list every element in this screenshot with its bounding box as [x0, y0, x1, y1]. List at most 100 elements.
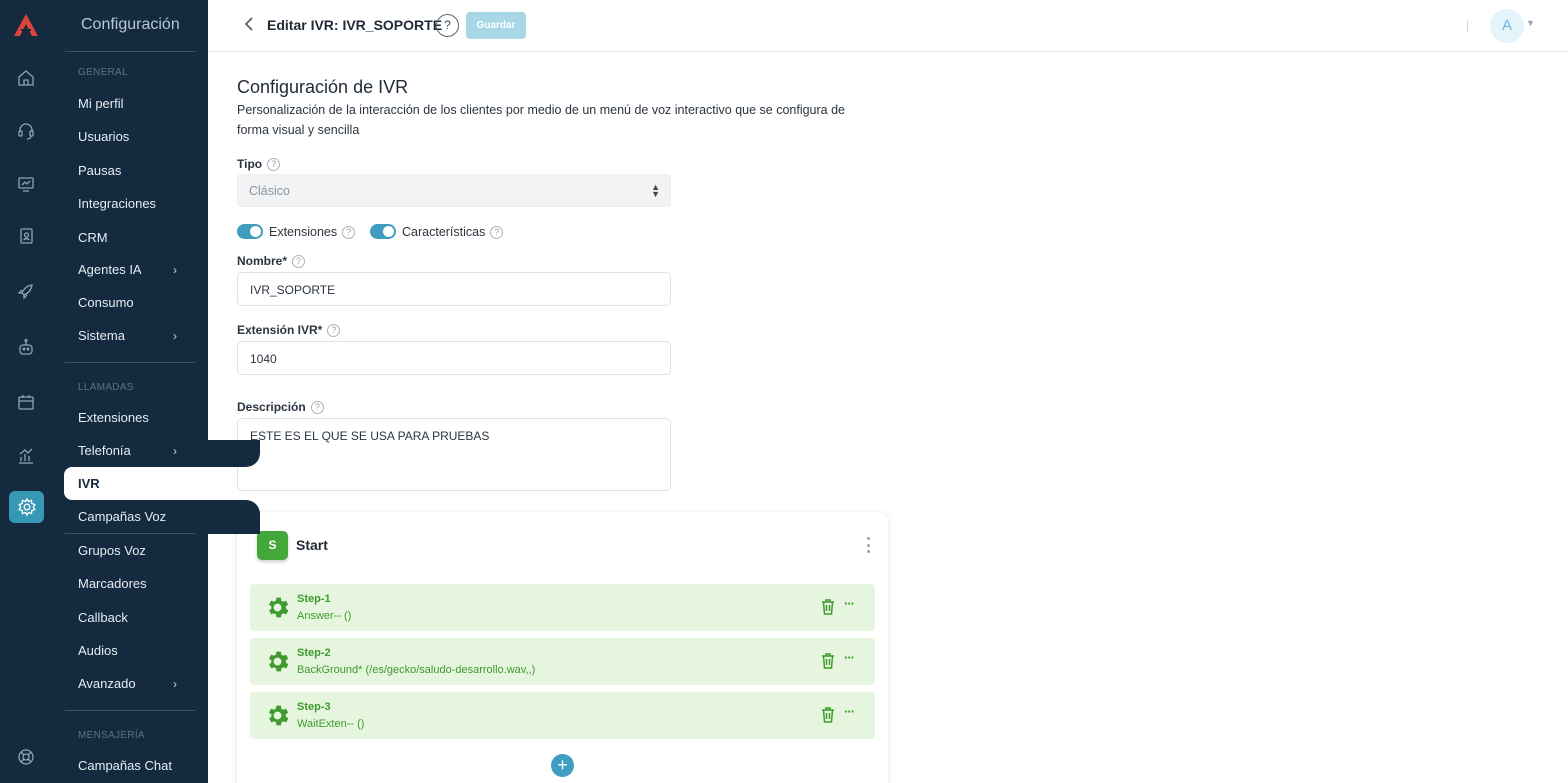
menu-item-integrations[interactable]: Integraciones [78, 196, 156, 211]
trash-icon[interactable] [821, 599, 835, 615]
page-title: Editar IVR: IVR_SOPORTE [267, 17, 443, 33]
description-textarea[interactable]: ESTE ES EL QUE SE USA PARA PRUEBAS [237, 418, 671, 491]
brand-logo[interactable] [12, 12, 40, 38]
menu-item-usage[interactable]: Consumo [78, 295, 134, 310]
extensions-toggle-label: Extensiones [269, 225, 338, 239]
flow-step[interactable]: Step-2 BackGround* (/es/gecko/saludo-des… [250, 638, 875, 685]
menu-item-extensions[interactable]: Extensiones [78, 410, 149, 425]
menu-item-ivr-label: IVR [78, 476, 100, 491]
ext-label-row: Extensión IVR* ? [237, 323, 341, 337]
menu-item-pauses[interactable]: Pausas [78, 163, 121, 178]
step-command: WaitExten-- () [297, 718, 365, 730]
menu-item-telephony[interactable]: Telefonía [78, 443, 131, 458]
description-label: Descripción [237, 400, 306, 414]
menu-divider [65, 533, 195, 534]
type-select-value: Clásico [249, 184, 290, 198]
menu-title: Configuración [81, 16, 180, 33]
save-button[interactable]: Guardar [466, 12, 526, 39]
back-arrow-icon[interactable] [244, 17, 254, 36]
extensions-toggle-row: Extensiones ? [269, 225, 356, 239]
settings-icon[interactable] [9, 491, 44, 523]
section-messaging: MENSAJERÍA [78, 730, 145, 741]
name-input-value: IVR_SOPORTE [250, 283, 336, 297]
headset-icon[interactable] [14, 119, 38, 143]
features-toggle-label: Características [402, 225, 486, 239]
menu-item-dialers[interactable]: Marcadores [78, 576, 147, 591]
step-name: Step-1 [297, 593, 331, 605]
help-icon[interactable]: ? [436, 14, 459, 37]
flow-step[interactable]: Step-1 Answer-- () ··· [250, 584, 875, 631]
calendar-icon[interactable] [14, 390, 38, 414]
trash-icon[interactable] [821, 707, 835, 723]
phone-book-icon[interactable] [14, 224, 38, 248]
trash-icon[interactable] [821, 653, 835, 669]
monitor-icon[interactable] [14, 172, 38, 196]
menu-item-users[interactable]: Usuarios [78, 129, 129, 144]
menu-divider [65, 51, 195, 52]
name-label-row: Nombre* ? [237, 254, 306, 268]
features-toggle-row: Características ? [402, 225, 504, 239]
step-command: Answer-- () [297, 610, 352, 622]
robot-icon[interactable] [14, 335, 38, 359]
support-icon[interactable] [14, 745, 38, 769]
step-name: Step-2 [297, 647, 331, 659]
gear-icon [268, 705, 289, 726]
sort-arrows-icon: ▲ ▼ [651, 182, 660, 199]
add-step-button[interactable]: + [551, 754, 574, 777]
menu-item-ai-agents[interactable]: Agentes IA [78, 262, 142, 277]
chevron-right-icon: › [173, 444, 177, 458]
gear-icon [268, 597, 289, 618]
menu-item-crm[interactable]: CRM [78, 230, 108, 245]
help-icon[interactable]: ? [490, 225, 504, 239]
ivr-flow-card: S Start Step-1 Answer-- () ··· Step-2 Ba… [237, 512, 888, 783]
menu-item-audios[interactable]: Audios [78, 643, 118, 658]
active-notch [202, 440, 260, 467]
help-icon[interactable]: ? [310, 400, 324, 414]
features-toggle[interactable] [370, 224, 396, 239]
menu-item-voice-groups[interactable]: Grupos Voz [78, 543, 146, 558]
menu-item-chat-campaigns[interactable]: Campañas Chat [78, 758, 172, 773]
menu-item-callback[interactable]: Callback [78, 610, 128, 625]
chevron-right-icon: › [173, 329, 177, 343]
menu-divider [65, 362, 195, 363]
analytics-icon[interactable] [14, 444, 38, 468]
section-heading: Configuración de IVR [237, 77, 409, 97]
step-command: BackGround* (/es/gecko/saludo-desarrollo… [297, 664, 536, 676]
help-icon[interactable]: ? [267, 157, 281, 171]
help-icon[interactable]: ? [342, 225, 356, 239]
help-icon[interactable]: ? [292, 254, 306, 268]
flow-title: Start [296, 537, 328, 553]
rocket-icon[interactable] [14, 279, 38, 303]
type-select[interactable]: Clásico ▲ ▼ [237, 174, 671, 207]
more-options-icon[interactable]: ··· [844, 704, 855, 719]
more-options-icon[interactable]: ··· [844, 650, 855, 665]
top-bar: Editar IVR: IVR_SOPORTE ? Guardar A ▼ [208, 0, 1568, 52]
name-label: Nombre* [237, 254, 288, 268]
menu-item-ivr[interactable]: IVR [64, 467, 260, 500]
more-options-icon[interactable]: ··· [844, 596, 855, 611]
chevron-right-icon: › [173, 263, 177, 277]
menu-item-profile[interactable]: Mi perfil [78, 96, 124, 111]
icon-rail [0, 0, 52, 783]
help-icon[interactable]: ? [327, 323, 341, 337]
gear-icon [268, 651, 289, 672]
caret-down-icon[interactable]: ▼ [1526, 18, 1535, 28]
avatar[interactable]: A [1490, 9, 1524, 43]
menu-item-advanced[interactable]: Avanzado [78, 676, 136, 691]
name-input[interactable]: IVR_SOPORTE [237, 272, 671, 306]
type-label-row: Tipo ? [237, 157, 281, 171]
menu-divider [65, 710, 195, 711]
description-value: ESTE ES EL QUE SE USA PARA PRUEBAS [250, 429, 490, 443]
chevron-right-icon: › [173, 677, 177, 691]
home-icon[interactable] [14, 66, 38, 90]
section-general: GENERAL [78, 67, 128, 78]
kebab-menu-icon[interactable] [865, 537, 871, 553]
section-description: Personalización de la interacción de los… [237, 103, 846, 137]
extensions-toggle[interactable] [237, 224, 263, 239]
ivr-extension-label: Extensión IVR* [237, 323, 323, 337]
ivr-extension-value: 1040 [250, 352, 277, 366]
menu-item-system[interactable]: Sistema [78, 328, 125, 343]
menu-item-voice-campaigns[interactable]: Campañas Voz [78, 509, 166, 524]
ivr-extension-input[interactable]: 1040 [237, 341, 671, 375]
flow-step[interactable]: Step-3 WaitExten-- () ··· [250, 692, 875, 739]
